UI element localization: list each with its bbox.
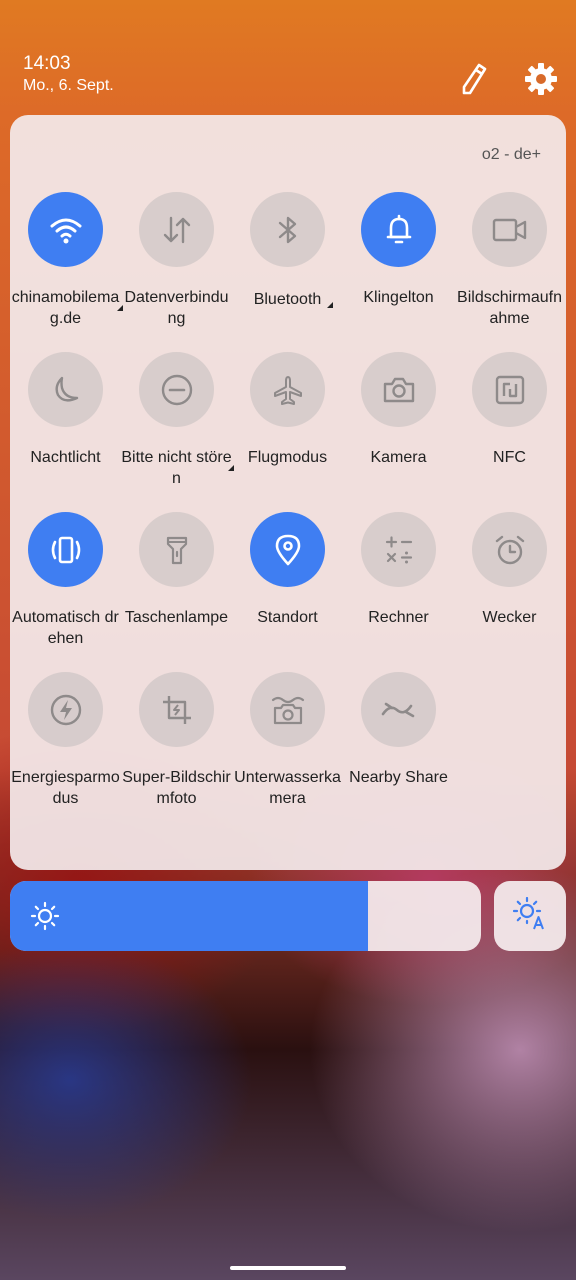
- home-indicator[interactable]: [230, 1266, 346, 1270]
- tile-label: chinamobilemag.de: [11, 289, 120, 327]
- tile-label: Datenverbindung: [124, 289, 229, 327]
- tile-ringtone[interactable]: Klingelton: [343, 192, 454, 342]
- tile-airplane-mode[interactable]: Flugmodus: [232, 352, 343, 502]
- tile-label: Nearby Share: [349, 769, 448, 786]
- calculator-icon[interactable]: [361, 512, 436, 587]
- bluetooth-icon[interactable]: [250, 192, 325, 267]
- status-area: 14:03 Mo., 6. Sept.: [23, 53, 114, 96]
- tile-mobile-data[interactable]: Datenverbindung: [121, 192, 232, 342]
- flashlight-icon[interactable]: [139, 512, 214, 587]
- tile-camera[interactable]: Kamera: [343, 352, 454, 502]
- tile-label: Bildschirmaufnahme: [457, 289, 562, 327]
- nfc-icon[interactable]: [472, 352, 547, 427]
- data-arrows-icon[interactable]: [139, 192, 214, 267]
- tile-label: NFC: [493, 449, 526, 466]
- tile-flashlight[interactable]: Taschenlampe: [121, 512, 232, 662]
- tile-label: Rechner: [368, 609, 429, 626]
- tile-label: Klingelton: [363, 289, 434, 306]
- brightness-slider[interactable]: [10, 881, 481, 951]
- tile-location[interactable]: Standort: [232, 512, 343, 662]
- tile-label: Kamera: [370, 449, 427, 466]
- tile-wifi[interactable]: chinamobilemag.de: [10, 192, 123, 342]
- auto-brightness-button[interactable]: [494, 881, 566, 951]
- tile-underwater-camera[interactable]: Unterwasserkamera: [232, 672, 343, 822]
- tile-label: Wecker: [482, 609, 537, 626]
- location-pin-icon[interactable]: [250, 512, 325, 587]
- quick-settings-panel: o2 - de+ chinamobilemag.de Datenverbindu…: [10, 115, 566, 870]
- clock-date: Mo., 6. Sept.: [23, 77, 114, 94]
- edit-pencil-icon[interactable]: [456, 61, 492, 97]
- auto-brightness-icon: [512, 896, 547, 936]
- tile-label: Standort: [257, 609, 318, 626]
- nearby-share-icon[interactable]: [361, 672, 436, 747]
- camera-icon[interactable]: [361, 352, 436, 427]
- tile-label: Taschenlampe: [124, 609, 229, 626]
- battery-saver-icon[interactable]: [28, 672, 103, 747]
- carrier-label: o2 - de+: [481, 146, 541, 163]
- tile-calculator[interactable]: Rechner: [343, 512, 454, 662]
- tile-label: Super-Bildschirmfoto: [122, 769, 231, 807]
- airplane-icon[interactable]: [250, 352, 325, 427]
- tile-night-light[interactable]: Nachtlicht: [10, 352, 121, 502]
- tile-label: Automatisch drehen: [12, 609, 119, 647]
- auto-rotate-icon[interactable]: [28, 512, 103, 587]
- alarm-clock-icon[interactable]: [472, 512, 547, 587]
- tile-alarm[interactable]: Wecker: [454, 512, 565, 662]
- tile-label: Flugmodus: [247, 449, 328, 466]
- tile-nearby-share[interactable]: Nearby Share: [343, 672, 454, 822]
- tile-nfc[interactable]: NFC: [454, 352, 565, 502]
- tile-auto-rotate[interactable]: Automatisch drehen: [10, 512, 121, 662]
- tile-label: Unterwasserkamera: [234, 769, 341, 807]
- wifi-icon[interactable]: [28, 192, 103, 267]
- moon-icon[interactable]: [28, 352, 103, 427]
- underwater-camera-icon[interactable]: [250, 672, 325, 747]
- video-camera-icon[interactable]: [472, 192, 547, 267]
- brightness-level-fill[interactable]: [10, 881, 368, 951]
- tile-screen-record[interactable]: Bildschirmaufnahme: [454, 192, 565, 342]
- tile-label: Bitte nicht stören: [121, 449, 232, 487]
- screenshot-crop-icon[interactable]: [139, 672, 214, 747]
- tile-battery-saver[interactable]: Energiesparmodus: [10, 672, 121, 822]
- tile-label: Nachtlicht: [30, 449, 101, 466]
- tile-label: Energiesparmodus: [11, 769, 120, 807]
- bell-icon[interactable]: [361, 192, 436, 267]
- expand-arrow-icon[interactable]: [327, 302, 333, 308]
- tile-bluetooth[interactable]: Bluetooth: [232, 192, 343, 342]
- do-not-disturb-icon[interactable]: [139, 352, 214, 427]
- tile-do-not-disturb[interactable]: Bitte nicht stören: [121, 352, 234, 502]
- clock-time: 14:03: [23, 53, 71, 74]
- settings-gear-icon[interactable]: [523, 61, 559, 97]
- tile-super-screenshot[interactable]: Super-Bildschirmfoto: [121, 672, 232, 822]
- sun-icon: [30, 901, 60, 936]
